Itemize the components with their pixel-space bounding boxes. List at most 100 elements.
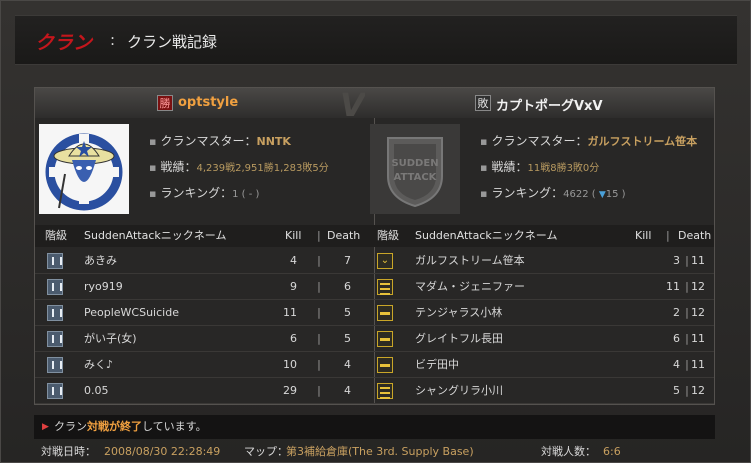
team-right-rows: ⌄ ガルフストリーム笹本 3 | 11 マダム・ジェニファー 11 | 12 テンジャラス小林 2 |… bbox=[365, 248, 714, 404]
datetime-label: 対戦日時： bbox=[41, 445, 96, 458]
status-arrow-icon: ▶ bbox=[42, 422, 49, 432]
win-badge-icon: 勝 bbox=[157, 95, 173, 111]
rank-single-bar-icon bbox=[377, 331, 393, 347]
player-death: 5 bbox=[344, 332, 351, 345]
team-right-name[interactable]: カプトポーグVxV bbox=[496, 95, 603, 114]
player-name[interactable]: ryo919 bbox=[84, 274, 123, 300]
status-suffix: しています。 bbox=[142, 420, 207, 433]
player-name[interactable]: がい子(女) bbox=[84, 326, 137, 352]
col-sep: | bbox=[317, 229, 321, 242]
master-row: ▪ クランマスター：NNTK bbox=[149, 132, 329, 158]
rank-single-bar-icon bbox=[377, 305, 393, 321]
player-kill: 4 bbox=[290, 254, 297, 267]
ranking-value: 4622 bbox=[563, 189, 589, 200]
team-right-emblem: SUDDEN ATTACK bbox=[370, 124, 460, 214]
player-name[interactable]: みく♪ bbox=[84, 352, 113, 378]
bullet-icon: ▪ bbox=[480, 161, 488, 174]
col-sep: | bbox=[666, 229, 670, 242]
lose-badge-icon: 敗 bbox=[475, 95, 491, 111]
rank-silver-icon bbox=[47, 357, 63, 373]
player-name[interactable]: シャングリラ小川 bbox=[415, 378, 503, 404]
player-death: 7 bbox=[344, 254, 351, 267]
team-right: 敗 カプトポーグVxV SUDDEN ATTACK ▪ クランマスター：ガルフスト… bbox=[365, 88, 714, 404]
rank-chevron-icon: ⌄ bbox=[377, 253, 393, 269]
player-row: みく♪ 10 | 4 bbox=[35, 352, 374, 378]
match-panel: 勝 optstyle ▪ クランマスター：NNTK ▪ 戦績：4,239戦2,9… bbox=[34, 86, 715, 405]
status-highlight: 対戦が終了 bbox=[87, 420, 142, 433]
player-row: ryo919 9 | 6 bbox=[35, 274, 374, 300]
player-death: 11 bbox=[691, 332, 705, 345]
rank-silver-icon bbox=[47, 383, 63, 399]
player-row: ビデ田中 4 | 11 bbox=[365, 352, 714, 378]
player-row: マダム・ジェニファー 11 | 12 bbox=[365, 274, 714, 300]
team-left-bar: 勝 optstyle bbox=[35, 88, 374, 118]
ranking-label: ランキング： bbox=[491, 186, 564, 200]
record-row: ▪ 戦績：11戦8勝3敗0分 bbox=[480, 158, 697, 184]
player-count-value: 6:6 bbox=[603, 445, 621, 458]
player-name[interactable]: マダム・ジェニファー bbox=[415, 274, 525, 300]
record-label: 戦績： bbox=[491, 160, 528, 174]
svg-text:SUDDEN: SUDDEN bbox=[391, 158, 438, 169]
page-header: クラン : クラン戦記録 bbox=[15, 15, 737, 65]
datetime-value: 2008/08/30 22:28:49 bbox=[104, 445, 221, 458]
team-left-emblem bbox=[39, 124, 129, 214]
record-label: 戦績： bbox=[160, 160, 197, 174]
team-left: 勝 optstyle ▪ クランマスター：NNTK ▪ 戦績：4,239戦2,9… bbox=[35, 88, 375, 404]
player-name[interactable]: グレイトフル長田 bbox=[415, 326, 503, 352]
player-name[interactable]: テンジャラス小林 bbox=[415, 300, 502, 326]
rank-double-bar-icon bbox=[377, 383, 393, 399]
title-separator: : bbox=[110, 31, 116, 49]
player-row: グレイトフル長田 6 | 11 bbox=[365, 326, 714, 352]
page-frame: クラン : クラン戦記録 勝 optstyle ▪ クランマスター：NNTK ▪… bbox=[0, 0, 751, 463]
player-name[interactable]: ビデ田中 bbox=[415, 352, 459, 378]
rank-down-arrow-icon: ▼ bbox=[598, 190, 606, 200]
player-name[interactable]: あきみ bbox=[84, 248, 117, 274]
master-label: クランマスター： bbox=[491, 134, 588, 148]
col-death: Death bbox=[678, 229, 712, 242]
player-name[interactable]: 0.05 bbox=[84, 378, 109, 404]
player-death: 4 bbox=[344, 358, 351, 371]
player-row: シャングリラ小川 5 | 12 bbox=[365, 378, 714, 404]
team-right-bar: 敗 カプトポーグVxV bbox=[365, 88, 714, 118]
player-death: 12 bbox=[691, 280, 705, 293]
player-row: ⌄ ガルフストリーム笹本 3 | 11 bbox=[365, 248, 714, 274]
map-label: マップ： bbox=[244, 445, 288, 458]
col-rank: 階級 bbox=[377, 229, 399, 242]
status-text: クラン対戦が終了しています。 bbox=[54, 415, 207, 439]
master-value: NNTK bbox=[256, 135, 291, 148]
player-kill: 10 bbox=[283, 358, 297, 371]
player-name[interactable]: ガルフストリーム笹本 bbox=[415, 248, 525, 274]
col-death: Death bbox=[327, 229, 361, 242]
team-right-info: ▪ クランマスター：ガルフストリーム笹本 ▪ 戦績：11戦8勝3敗0分 ▪ ランキング… bbox=[480, 132, 697, 210]
team-right-table-header: 階級 SuddenAttackニックネーム Kill | Death bbox=[365, 225, 714, 247]
clan-emblem-icon bbox=[39, 124, 129, 214]
master-row: ▪ クランマスター：ガルフストリーム笹本 bbox=[480, 132, 697, 158]
team-left-info: ▪ クランマスター：NNTK ▪ 戦績：4,239戦2,951勝1,283敗5分 ▪… bbox=[149, 132, 329, 210]
player-kill: 6 bbox=[290, 332, 297, 345]
rank-single-bar-icon bbox=[377, 357, 393, 373]
player-row: PeopleWCSuicide 11 | 5 bbox=[35, 300, 374, 326]
bullet-icon: ▪ bbox=[480, 135, 488, 148]
record-value: 11戦8勝3敗0分 bbox=[527, 163, 600, 174]
ranking-label: ランキング： bbox=[160, 186, 233, 200]
rank-silver-icon bbox=[47, 279, 63, 295]
player-death: 12 bbox=[691, 384, 705, 397]
page-title: クラン bbox=[35, 32, 93, 54]
team-left-table-header: 階級 SuddenAttackニックネーム Kill | Death bbox=[35, 225, 374, 247]
rank-silver-icon bbox=[47, 305, 63, 321]
status-bar: ▶ クラン対戦が終了しています。 bbox=[34, 415, 715, 439]
player-death: 11 bbox=[691, 254, 705, 267]
record-row: ▪ 戦績：4,239戦2,951勝1,283敗5分 bbox=[149, 158, 329, 184]
bullet-icon: ▪ bbox=[149, 161, 157, 174]
player-name[interactable]: PeopleWCSuicide bbox=[84, 300, 179, 326]
master-label: クランマスター： bbox=[160, 134, 257, 148]
col-name: SuddenAttackニックネーム bbox=[84, 229, 227, 242]
ranking-row: ▪ ランキング：4622 ( ▼15 ) bbox=[480, 186, 626, 200]
ranking-row: ▪ ランキング：1 ( - ) bbox=[149, 184, 329, 210]
col-name: SuddenAttackニックネーム bbox=[415, 229, 558, 242]
map-value: 第3補給倉庫(The 3rd. Supply Base) bbox=[286, 445, 474, 458]
rank-silver-icon bbox=[47, 253, 63, 269]
player-death: 5 bbox=[344, 306, 351, 319]
record-value: 4,239戦2,951勝1,283敗5分 bbox=[196, 163, 329, 174]
team-left-name[interactable]: optstyle bbox=[178, 95, 238, 110]
